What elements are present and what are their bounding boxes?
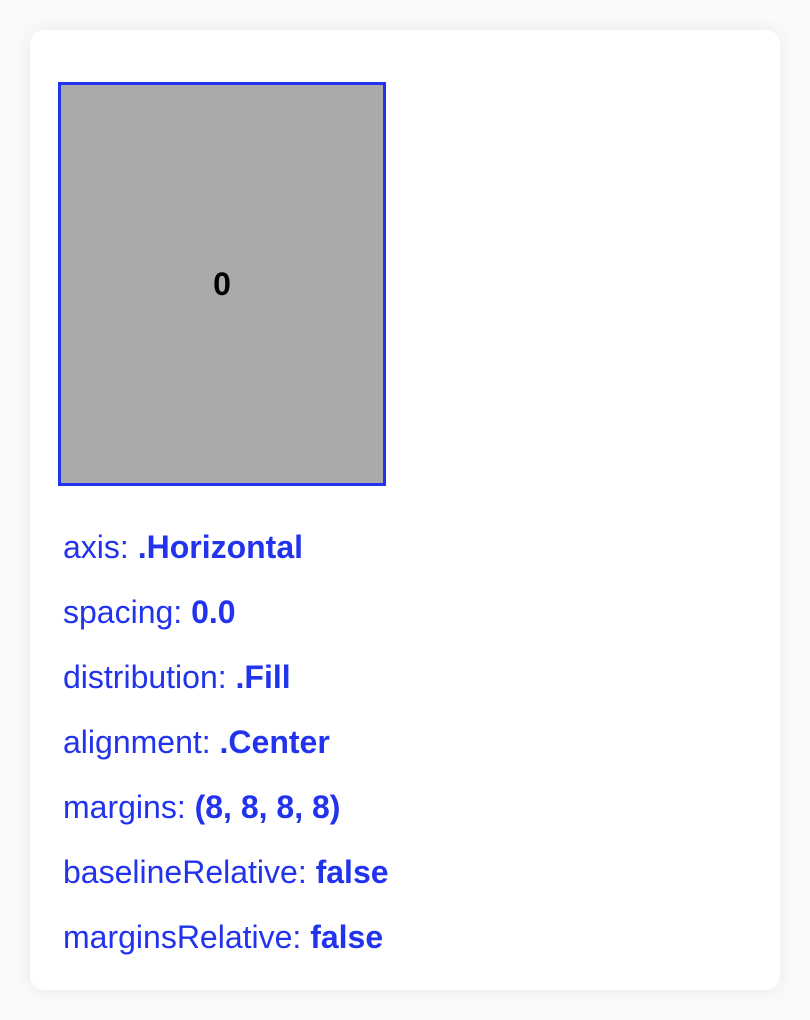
property-key: distribution: <box>63 659 227 695</box>
property-row-baseline-relative[interactable]: baselineRelative: false <box>63 852 389 892</box>
property-value: (8, 8, 8, 8) <box>194 789 341 825</box>
property-value: 0.0 <box>191 594 236 630</box>
property-key: baselineRelative: <box>63 854 307 890</box>
property-row-alignment[interactable]: alignment: .Center <box>63 722 330 762</box>
property-key: marginsRelative: <box>63 919 302 955</box>
property-value: .Center <box>219 724 330 760</box>
property-key: margins: <box>63 789 186 825</box>
property-row-margins-relative[interactable]: marginsRelative: false <box>63 917 383 957</box>
property-row-distribution[interactable]: distribution: .Fill <box>63 657 291 697</box>
property-row-margins[interactable]: margins: (8, 8, 8, 8) <box>63 787 340 827</box>
property-value: .Fill <box>235 659 291 695</box>
property-key: spacing: <box>63 594 183 630</box>
property-row-spacing[interactable]: spacing: 0.0 <box>63 592 236 632</box>
property-key: alignment: <box>63 724 211 760</box>
property-key: axis: <box>63 529 129 565</box>
property-value: false <box>315 854 389 890</box>
property-value: false <box>310 919 384 955</box>
property-row-axis[interactable]: axis: .Horizontal <box>63 527 303 567</box>
property-value: .Horizontal <box>137 529 304 565</box>
stack-arranged-view-0[interactable]: 0 <box>58 82 386 486</box>
stack-item-label: 0 <box>213 265 231 302</box>
stack-demo-card: 0 axis: .Horizontal spacing: 0.0 distrib… <box>30 30 780 990</box>
